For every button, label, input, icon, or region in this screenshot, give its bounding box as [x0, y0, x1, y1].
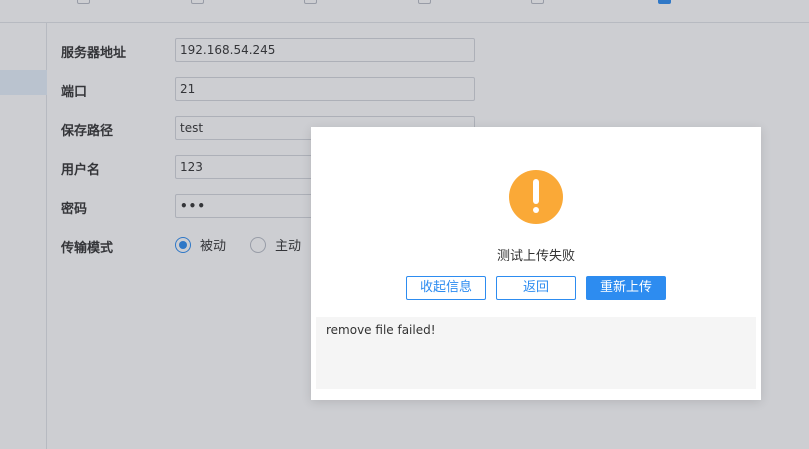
warning-icon-bar	[533, 179, 539, 204]
back-button[interactable]: 返回	[496, 276, 576, 300]
upload-failed-dialog: 测试上传失败 收起信息 返回 重新上传 remove file failed!	[311, 127, 761, 400]
warning-icon-dot	[533, 207, 539, 213]
warning-icon	[509, 170, 563, 224]
error-log-box: remove file failed!	[316, 317, 756, 389]
dialog-message: 测试上传失败	[496, 249, 575, 264]
reupload-button[interactable]: 重新上传	[586, 276, 666, 300]
error-log-text: remove file failed!	[326, 323, 436, 337]
collapse-info-button[interactable]: 收起信息	[406, 276, 486, 300]
